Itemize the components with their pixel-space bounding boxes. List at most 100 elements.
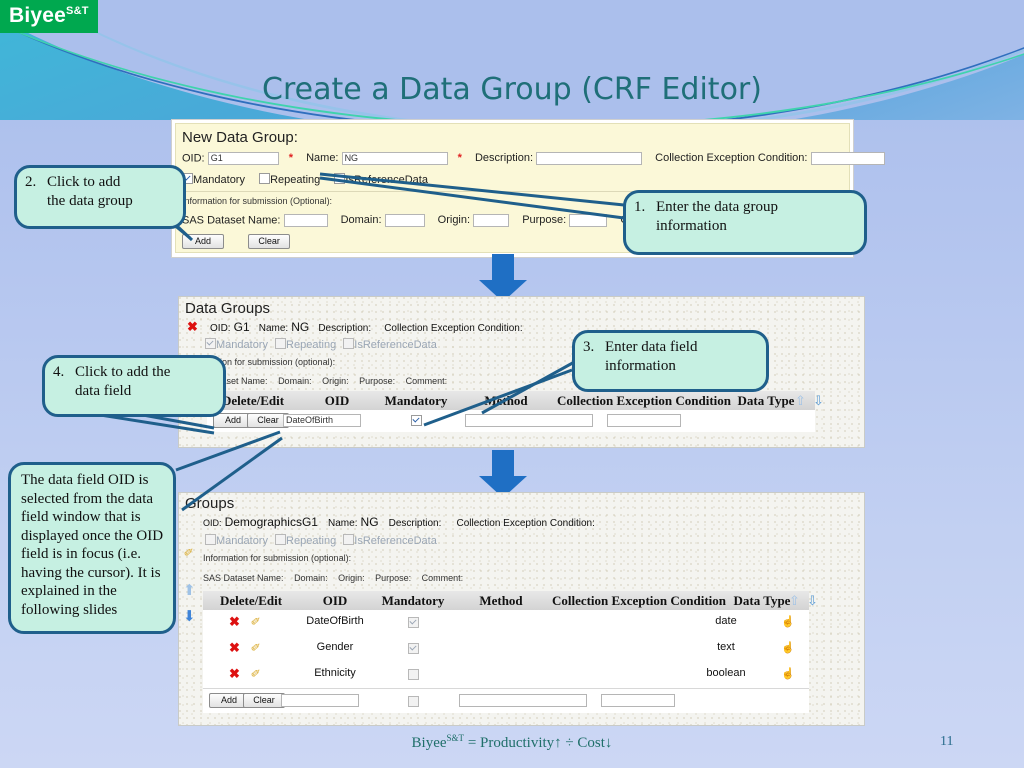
callout-3-number: 3. — [583, 339, 595, 355]
oid-label: OID: — [210, 323, 231, 334]
delete-row-icon[interactable]: ✖ — [229, 666, 240, 682]
edit-pencil-icon[interactable]: ✏ — [181, 543, 198, 560]
row-data-type: text — [717, 641, 735, 653]
name-required-mark: * — [457, 152, 462, 165]
delete-group-icon[interactable]: ✖ — [187, 319, 198, 334]
sort-down-icon[interactable]: ⇩ — [813, 393, 824, 409]
row-mandatory-checkbox[interactable] — [408, 617, 419, 628]
column-data-type: Data Type — [737, 393, 795, 408]
table-row[interactable]: ✖ ✏ Ethnicity boolean ☝ — [203, 662, 809, 688]
logo-text: Biyee — [9, 4, 67, 27]
cec-input[interactable] — [810, 152, 885, 165]
sort-up-icon[interactable]: ⇧ — [795, 393, 806, 409]
sas-dataset-name-label: SAS Dataset Name: — [182, 214, 281, 227]
footer-formula: = Productivity↑ ÷ Cost↓ — [464, 735, 613, 751]
name-input[interactable]: NG — [341, 152, 448, 165]
groups-heading: Groups — [185, 495, 235, 512]
mandatory-checkbox[interactable] — [205, 534, 216, 545]
description-input[interactable] — [536, 152, 643, 165]
origin-input[interactable] — [473, 214, 510, 227]
repeating-checkbox[interactable] — [275, 338, 287, 349]
purpose-label: Purpose: — [375, 573, 412, 583]
hand-pointer-icon[interactable]: ☝ — [781, 667, 795, 680]
repeating-label: Repeating — [270, 174, 321, 186]
domain-label: Domain: — [294, 573, 328, 583]
submission-info-label: Information for submission (optional): — [203, 553, 352, 563]
sort-down-icon[interactable]: ⇩ — [807, 593, 818, 609]
footer-brand: Biyee — [411, 735, 447, 751]
name-value: NG — [291, 320, 310, 334]
cec-label: Collection Exception Condition: — [456, 518, 595, 529]
clear-button[interactable]: Clear — [243, 693, 285, 708]
column-method: Method — [479, 593, 523, 608]
clear-button[interactable]: Clear — [248, 234, 291, 249]
note-callout: The data field OID is selected from the … — [8, 462, 176, 634]
name-label: Name: — [328, 518, 358, 529]
oid-required-mark: * — [288, 152, 294, 165]
new-field-mandatory-checkbox[interactable] — [411, 415, 422, 426]
delete-row-icon[interactable]: ✖ — [229, 614, 240, 630]
hand-pointer-icon[interactable]: ☝ — [781, 615, 795, 628]
table-row[interactable]: ✖ ✏ Gender text ☝ — [203, 636, 809, 662]
new-field-oid-input[interactable]: DateOfBirth — [283, 414, 361, 427]
callout-1-text: Enter the data group information — [656, 199, 779, 234]
new-data-group-heading: New Data Group: — [182, 129, 298, 146]
slide: BiyeeS&T Create a Data Group (CRF Editor… — [0, 0, 1024, 768]
origin-label: Origin: — [322, 376, 349, 386]
new-field-method-input[interactable] — [459, 694, 587, 707]
new-field-method-input[interactable] — [465, 414, 593, 427]
isreferencedata-checkbox[interactable] — [343, 338, 355, 349]
row-data-type: boolean — [706, 667, 746, 679]
data-fields-table-body: ✖ ✏ DateOfBirth date ☝ ✖ ✏ Gender text ☝… — [203, 610, 809, 713]
description-label: Description: — [474, 152, 534, 165]
description-label: Description: — [388, 518, 442, 529]
callout-4-number: 4. — [53, 364, 65, 380]
row-mandatory-checkbox[interactable] — [408, 669, 419, 680]
flow-arrow-1 — [479, 254, 527, 302]
mandatory-label: Mandatory — [216, 339, 268, 351]
move-down-icon[interactable]: ⬇ — [183, 607, 196, 625]
sas-dataset-name-input[interactable] — [283, 214, 328, 227]
page-number: 11 — [940, 734, 954, 749]
row-mandatory-checkbox[interactable] — [408, 643, 419, 654]
column-data-type: Data Type — [733, 593, 791, 608]
sort-up-icon[interactable]: ⇧ — [789, 593, 800, 609]
move-up-icon[interactable]: ⬆ — [183, 581, 196, 599]
hand-pointer-icon[interactable]: ☝ — [781, 641, 795, 654]
callout-2: 2. Click to add the data group — [14, 165, 186, 229]
edit-row-icon[interactable]: ✏ — [248, 612, 265, 629]
isreferencedata-checkbox[interactable] — [334, 173, 346, 184]
column-delete-edit: Delete/Edit — [219, 593, 283, 608]
table-row[interactable]: ✖ ✏ DateOfBirth date ☝ — [203, 610, 809, 636]
data-fields-table-header: Delete/Edit OID Mandatory Method Collect… — [207, 391, 824, 410]
submission-info-label: Information for submission (Optional): — [182, 196, 333, 206]
isreferencedata-label: IsReferenceData — [345, 174, 428, 186]
domain-label: Domain: — [340, 214, 382, 227]
oid-label: OID: — [203, 518, 222, 528]
repeating-checkbox[interactable] — [275, 534, 287, 545]
domain-input[interactable] — [384, 214, 425, 227]
new-field-cec-input[interactable] — [601, 694, 675, 707]
delete-row-icon[interactable]: ✖ — [229, 640, 240, 656]
origin-label: Origin: — [338, 573, 365, 583]
edit-row-icon[interactable]: ✏ — [248, 664, 265, 681]
edit-row-icon[interactable]: ✏ — [248, 638, 265, 655]
groups-panel: Groups OID: DemographicsG1 Name: NG Desc… — [178, 492, 865, 726]
column-mandatory: Mandatory — [381, 593, 445, 608]
new-field-cec-input[interactable] — [607, 414, 681, 427]
add-button[interactable]: Add — [182, 234, 224, 249]
logo-sup: S&T — [66, 5, 89, 17]
oid-input[interactable]: G1 — [207, 152, 279, 165]
isreferencedata-label: IsReferenceData — [354, 535, 437, 547]
mandatory-checkbox[interactable] — [205, 338, 216, 349]
new-field-oid-input[interactable] — [281, 694, 359, 707]
purpose-input[interactable] — [569, 214, 608, 227]
name-label: Name: — [258, 323, 289, 334]
data-fields-new-row: Add Clear — [203, 688, 809, 713]
callout-1-number: 1. — [634, 199, 646, 215]
new-field-mandatory-checkbox[interactable] — [408, 696, 419, 707]
data-groups-heading: Data Groups — [185, 300, 271, 317]
repeating-checkbox[interactable] — [259, 173, 271, 184]
footer-sup: S&T — [446, 733, 465, 743]
isreferencedata-checkbox[interactable] — [343, 534, 355, 545]
